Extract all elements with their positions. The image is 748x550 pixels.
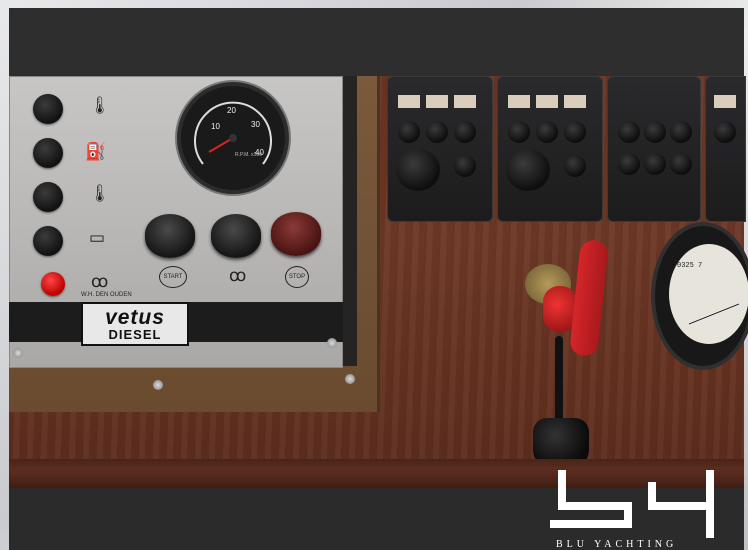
brand-strip: W.H. DEN OUDEN vetus DIESEL xyxy=(9,292,343,346)
switch-button xyxy=(618,153,640,175)
switch-button xyxy=(564,155,586,177)
switch-panel-2 xyxy=(497,76,603,222)
engine-panel: 🌡 ⛽ 🌡 ▭ ꝏ 10 20 30 40 R.P.M. x100 START … xyxy=(9,76,343,368)
switch-button xyxy=(714,121,736,143)
rpm-gauge-face xyxy=(194,101,272,165)
cap-strap xyxy=(555,336,563,428)
battery-icon: ▭ xyxy=(89,228,106,247)
wooden-dashboard: 🌡 ⛽ 🌡 ▭ ꝏ 10 20 30 40 R.P.M. x100 START … xyxy=(9,76,748,488)
backing-screw xyxy=(153,380,163,390)
gauge-tick-label: 20 xyxy=(227,106,236,115)
switch-panel-4 xyxy=(705,76,746,222)
stop-button xyxy=(271,212,321,256)
switch-tag xyxy=(564,95,586,108)
maker-label: W.H. DEN OUDEN xyxy=(81,292,132,298)
by-logo-mark xyxy=(550,470,714,538)
switch-button xyxy=(618,121,640,143)
glow-button xyxy=(211,214,261,258)
gauge-tick-label: 30 xyxy=(251,120,260,129)
tachometer-face: 0325 7 xyxy=(669,244,748,344)
switch-tag xyxy=(426,95,448,108)
switch-panel-1 xyxy=(387,76,493,222)
switch-button xyxy=(644,153,666,175)
indicator-light xyxy=(33,138,63,168)
switch-button xyxy=(508,121,530,143)
switch-tag xyxy=(714,95,736,108)
photo-frame: 🌡 ⛽ 🌡 ▭ ꝏ 10 20 30 40 R.P.M. x100 START … xyxy=(0,0,748,550)
switch-button xyxy=(644,121,666,143)
indicator-light xyxy=(33,226,63,256)
rpm-gauge: 10 20 30 40 R.P.M. x100 xyxy=(177,82,289,194)
gauge-tick-label: 10 xyxy=(211,122,220,131)
switch-tag xyxy=(536,95,558,108)
rotary-knob xyxy=(396,149,440,191)
switch-button xyxy=(454,155,476,177)
red-warning-light xyxy=(41,272,65,296)
panel-edge xyxy=(343,76,357,366)
switch-panel-3 xyxy=(607,76,701,222)
indicator-light xyxy=(33,94,63,124)
glow-plug-icon: ꝏ xyxy=(229,266,247,285)
backing-screw xyxy=(345,374,355,384)
switch-tag xyxy=(454,95,476,108)
blu-yachting-logo: BLU YACHTING xyxy=(540,462,720,550)
switch-tag xyxy=(398,95,420,108)
stop-label: STOP xyxy=(285,266,309,288)
battery-switch-key xyxy=(569,238,609,358)
preheat-button xyxy=(145,214,195,258)
diesel-label: DIESEL xyxy=(108,327,162,342)
gauge-unit-label: R.P.M. x100 xyxy=(235,152,262,158)
start-label: START xyxy=(159,266,187,288)
switch-button xyxy=(454,121,476,143)
switch-button xyxy=(426,121,448,143)
switch-button xyxy=(398,121,420,143)
switch-button xyxy=(670,121,692,143)
switch-button xyxy=(564,121,586,143)
coolant-temperature-icon: 🌡 xyxy=(89,184,111,203)
panel-screw xyxy=(13,348,23,358)
top-bar xyxy=(9,8,744,76)
indicator-light xyxy=(33,182,63,212)
rotary-knob xyxy=(506,149,550,191)
oil-pressure-icon: ⛽ xyxy=(85,142,107,161)
switch-button xyxy=(536,121,558,143)
tachometer: 0325 7 xyxy=(651,222,748,370)
brand-text: BLU YACHTING xyxy=(556,539,678,550)
switch-tag xyxy=(508,95,530,108)
switch-button xyxy=(670,153,692,175)
panel-screw xyxy=(327,338,337,348)
glow-plug-icon: ꝏ xyxy=(91,272,109,291)
tachometer-needle xyxy=(688,303,740,325)
vetus-nameplate: vetus DIESEL xyxy=(81,302,189,346)
temperature-icon: 🌡 xyxy=(89,96,111,115)
